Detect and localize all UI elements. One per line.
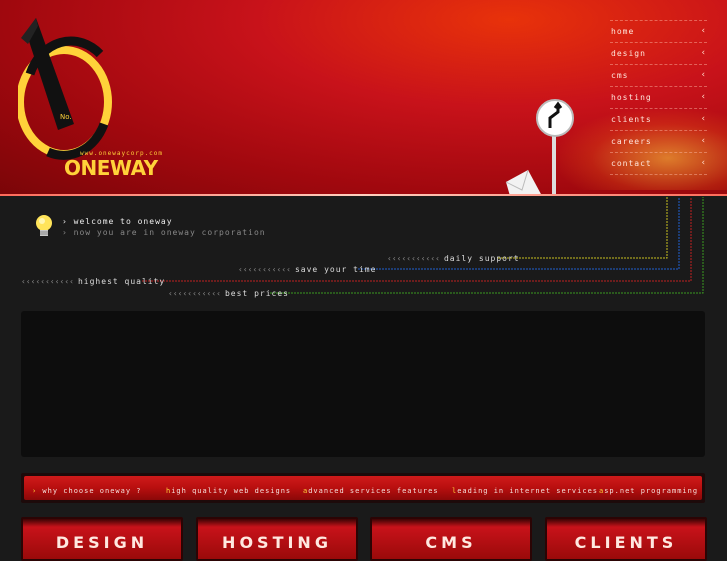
feature-dots: ‹‹‹‹‹‹‹‹‹‹‹ (168, 289, 221, 298)
bar-item-why-choose[interactable]: › why choose oneway ? (32, 487, 142, 495)
feature-daily-support: ‹‹‹‹‹‹‹‹‹‹‹ daily support (387, 254, 520, 263)
welcome-subheading: › now you are in oneway corporation (62, 228, 266, 237)
nav-item-careers[interactable]: careers ‹ (610, 130, 707, 152)
why-choose-bar: › why choose oneway ? high quality web d… (21, 473, 705, 503)
bar-item-text: eading in internet services (457, 487, 599, 495)
feature-label: best prices (224, 289, 289, 298)
feature-label: highest quality (77, 277, 166, 286)
badge-text: No. (60, 113, 72, 121)
feature-highest-quality: ‹‹‹‹‹‹‹‹‹‹‹ highest quality (21, 277, 165, 286)
welcome-section: › welcome to oneway › now you are in one… (0, 197, 727, 307)
logo-name: ONEWAY (64, 156, 158, 180)
service-box-cms[interactable]: CMS (370, 517, 532, 561)
service-box-label: HOSTING (222, 533, 332, 552)
chevron-left-icon: ‹ (700, 114, 707, 124)
road-sign-icon (505, 99, 574, 196)
feature-dots: ‹‹‹‹‹‹‹‹‹‹‹ (387, 254, 440, 263)
feature-label: daily support (443, 254, 520, 263)
nav-item-hosting[interactable]: hosting ‹ (610, 86, 707, 108)
chevron-left-icon: ‹ (700, 158, 707, 168)
feature-connector-lines (142, 197, 704, 294)
bar-item-internet-services[interactable]: leading in internet services (452, 487, 598, 495)
feature-best-prices: ‹‹‹‹‹‹‹‹‹‹‹ best prices (168, 289, 289, 298)
service-box-label: CMS (425, 533, 477, 552)
service-box-hosting[interactable]: HOSTING (196, 517, 358, 561)
header: No. www.onewaycorp.com ONEWAY home ‹ desi… (0, 0, 727, 196)
nav-item-design[interactable]: design ‹ (610, 42, 707, 64)
lightbulb-icon (36, 215, 52, 236)
nav-label: clients (611, 115, 652, 124)
nav-label: careers (611, 137, 652, 146)
nav-label: contact (611, 159, 652, 168)
bar-item-text: sp.net programming (604, 487, 699, 495)
bar-item-web-designs[interactable]: high quality web designs (166, 487, 291, 495)
chevron-left-icon: ‹ (700, 48, 707, 58)
feature-dots: ‹‹‹‹‹‹‹‹‹‹‹ (238, 265, 291, 274)
bar-item-text: why choose oneway ? (37, 487, 142, 495)
bar-item-services-features[interactable]: advanced services features (303, 487, 439, 495)
chevron-left-icon: ‹ (700, 136, 707, 146)
service-box-design[interactable]: DESIGN (21, 517, 183, 561)
nav-item-clients[interactable]: clients ‹ (610, 108, 707, 130)
nav-item-cms[interactable]: cms ‹ (610, 64, 707, 86)
bar-item-text: dvanced services features (308, 487, 439, 495)
nav-label: cms (611, 71, 629, 80)
feature-dots: ‹‹‹‹‹‹‹‹‹‹‹ (21, 277, 74, 286)
bar-item-asp-programming[interactable]: asp.net programming (599, 487, 698, 495)
why-choose-bar-inner: › why choose oneway ? high quality web d… (24, 476, 702, 500)
nav-item-home[interactable]: home ‹ (610, 20, 707, 42)
nav-label: hosting (611, 93, 652, 102)
feature-label: save your time (294, 265, 377, 274)
nav-item-contact[interactable]: contact ‹ (610, 152, 707, 175)
chevron-left-icon: ‹ (700, 70, 707, 80)
service-box-label: CLIENTS (574, 533, 678, 552)
service-box-label: DESIGN (55, 533, 149, 552)
content-panel (21, 311, 705, 457)
nav-label: home (611, 27, 635, 36)
chevron-left-icon: ‹ (700, 92, 707, 102)
service-box-clients[interactable]: CLIENTS (545, 517, 707, 561)
welcome-heading: › welcome to oneway (62, 217, 173, 226)
nav-label: design (611, 49, 646, 58)
chevron-left-icon: ‹ (700, 26, 707, 36)
main-nav: home ‹ design ‹ cms ‹ hosting ‹ clients ‹ car… (610, 20, 707, 175)
bar-item-text: igh quality web designs (171, 487, 292, 495)
feature-save-time: ‹‹‹‹‹‹‹‹‹‹‹ save your time (238, 265, 376, 274)
